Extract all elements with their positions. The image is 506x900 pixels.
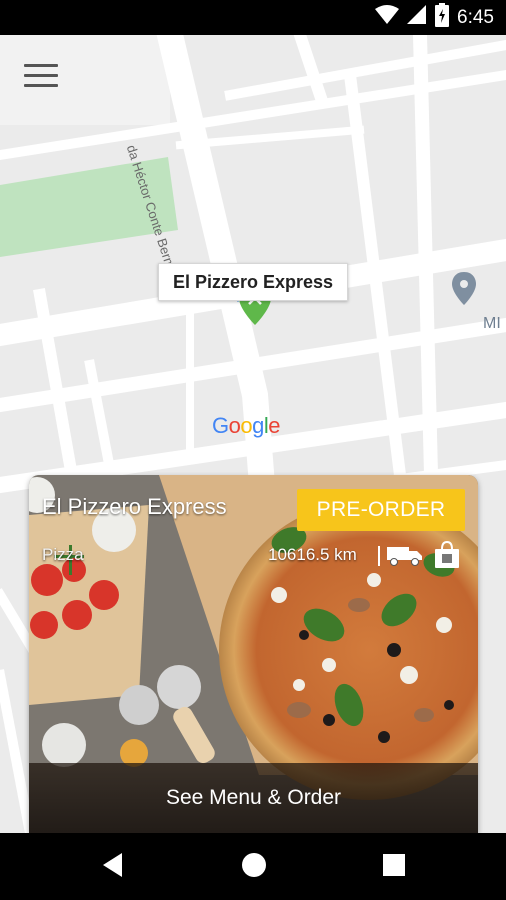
preorder-button[interactable]: PRE-ORDER xyxy=(297,489,465,531)
battery-icon xyxy=(435,3,450,32)
delivery-truck-icon xyxy=(387,543,423,572)
status-time: 6:45 xyxy=(457,6,494,28)
restaurant-name: El Pizzero Express xyxy=(42,494,227,519)
navigation-bar xyxy=(0,833,506,900)
menu-icon[interactable] xyxy=(22,58,60,92)
recents-icon[interactable] xyxy=(381,851,407,884)
takeaway-bag-icon xyxy=(434,540,460,574)
see-menu-button[interactable]: See Menu & Order xyxy=(29,763,478,833)
divider xyxy=(378,546,380,566)
signal-icon xyxy=(407,5,427,30)
wifi-icon xyxy=(375,5,400,30)
restaurant-card[interactable]: El Pizzero Express Pizza PRE-ORDER 10616… xyxy=(29,475,478,833)
poi-label: MI xyxy=(483,315,501,332)
distance-label: 10616.5 km xyxy=(268,545,357,564)
google-logo: Google xyxy=(212,413,281,438)
status-icons: 6:45 xyxy=(375,3,494,32)
status-bar: 6:45 xyxy=(0,0,506,35)
restaurant-category: Pizza xyxy=(42,545,84,564)
pin-label[interactable]: El Pizzero Express xyxy=(158,263,348,301)
back-icon[interactable] xyxy=(100,851,126,884)
home-icon[interactable] xyxy=(240,851,268,884)
